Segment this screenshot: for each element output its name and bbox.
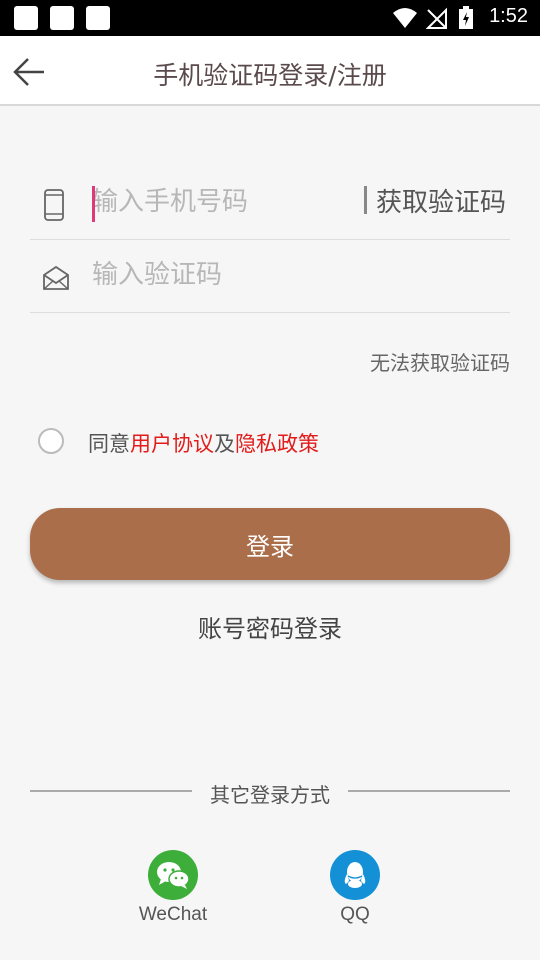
app-bar: 手机验证码登录/注册 (0, 36, 540, 106)
agree-radio[interactable] (38, 428, 64, 454)
qq-login-button[interactable]: QQ (315, 850, 395, 926)
user-agreement-link[interactable]: 用户协议 (130, 432, 214, 456)
agreement-text: 同意用户协议及隐私政策 (88, 428, 319, 458)
notification-icon (14, 6, 38, 30)
privacy-policy-link[interactable]: 隐私政策 (235, 432, 319, 456)
agreement-and: 及 (214, 432, 235, 456)
qq-label: QQ (340, 904, 370, 925)
qq-icon (330, 850, 380, 900)
password-login-link[interactable]: 账号密码登录 (0, 609, 540, 644)
other-login-label: 其它登录方式 (210, 783, 330, 807)
code-divider (364, 186, 367, 214)
wechat-login-button[interactable]: WeChat (133, 850, 213, 926)
cant-get-code-link[interactable]: 无法获取验证码 (370, 347, 510, 376)
wechat-icon (148, 850, 198, 900)
page-title: 手机验证码登录/注册 (153, 61, 387, 90)
get-code-button[interactable]: 获取验证码 (376, 182, 506, 219)
envelope-icon (43, 265, 69, 290)
status-bar: 1:52 (0, 0, 540, 36)
phone-icon (44, 189, 64, 221)
battery-charging-icon (459, 6, 473, 29)
agreement-prefix: 同意 (88, 432, 130, 456)
phone-input[interactable] (92, 182, 352, 222)
notification-icon (86, 6, 110, 30)
wifi-icon (393, 8, 417, 28)
text-cursor (92, 186, 95, 222)
notification-icon (50, 6, 74, 30)
no-signal-icon (426, 7, 447, 29)
code-field (30, 241, 510, 313)
code-input[interactable] (92, 255, 352, 295)
wechat-label: WeChat (138, 904, 208, 925)
status-time: 1:52 (489, 5, 528, 27)
login-button[interactable]: 登录 (30, 508, 510, 580)
phone-field: 获取验证码 (30, 168, 510, 240)
